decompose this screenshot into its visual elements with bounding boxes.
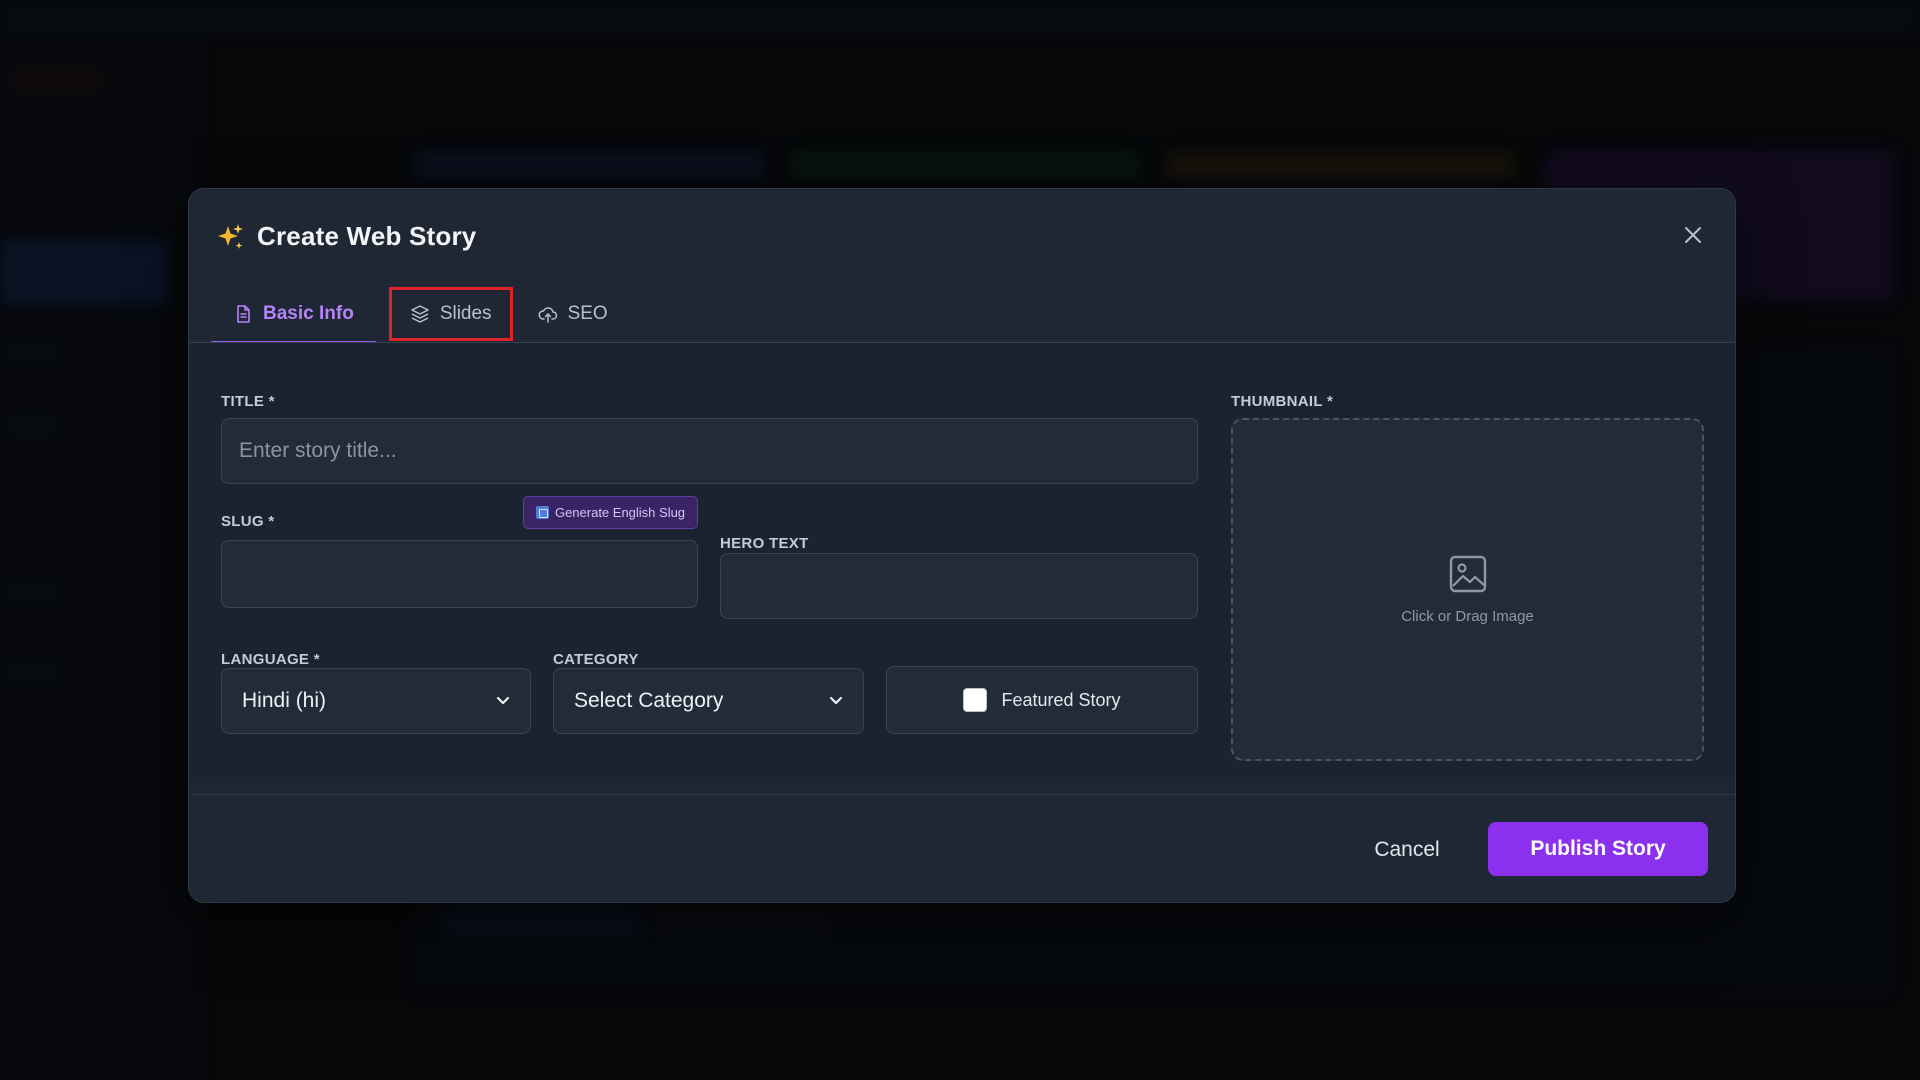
featured-story-toggle[interactable]: Featured Story bbox=[886, 666, 1198, 734]
title-input[interactable] bbox=[221, 418, 1198, 484]
slug-label: SLUG * bbox=[221, 513, 275, 530]
category-label: CATEGORY bbox=[553, 651, 639, 668]
language-selected-value: Hindi (hi) bbox=[242, 689, 327, 712]
modal-body: TITLE * SLUG * Generate English Slug HER… bbox=[189, 343, 1735, 783]
cancel-button[interactable]: Cancel bbox=[1357, 825, 1457, 875]
slug-input[interactable] bbox=[221, 540, 698, 608]
modal-header: Create Web Story Basic Info Slides SEO bbox=[189, 189, 1735, 344]
generate-slug-label: Generate English Slug bbox=[554, 505, 686, 520]
modal-title: Create Web Story bbox=[257, 221, 477, 251]
featured-story-label: Featured Story bbox=[1001, 689, 1121, 710]
tab-label: Slides bbox=[439, 303, 492, 324]
language-label: LANGUAGE * bbox=[221, 651, 320, 668]
layers-icon bbox=[411, 305, 429, 323]
dropzone-text: Click or Drag Image bbox=[1401, 608, 1534, 625]
language-select[interactable]: Hindi (hi) bbox=[221, 668, 531, 734]
create-web-story-modal: Create Web Story Basic Info Slides SEO T… bbox=[188, 188, 1736, 903]
thumbnail-dropzone[interactable]: Click or Drag Image bbox=[1231, 418, 1704, 761]
close-button[interactable] bbox=[1677, 219, 1709, 251]
chevron-down-icon bbox=[829, 696, 843, 705]
hero-text-label: HERO TEXT bbox=[720, 535, 809, 552]
featured-story-checkbox[interactable] bbox=[963, 688, 988, 712]
tab-label: Basic Info bbox=[263, 303, 354, 324]
sparkles-icon bbox=[218, 223, 243, 249]
category-select[interactable]: Select Category bbox=[553, 668, 864, 734]
document-icon bbox=[237, 305, 250, 323]
publish-story-button[interactable]: Publish Story bbox=[1488, 822, 1708, 876]
tab-basic-info[interactable]: Basic Info bbox=[211, 284, 376, 344]
chevron-down-icon bbox=[496, 696, 510, 705]
tab-seo[interactable]: SEO bbox=[516, 284, 630, 344]
tab-slides[interactable]: Slides bbox=[386, 284, 516, 344]
tab-label: SEO bbox=[567, 303, 608, 324]
category-selected-value: Select Category bbox=[574, 689, 724, 712]
title-label: TITLE * bbox=[221, 393, 275, 410]
image-icon bbox=[1449, 555, 1486, 593]
generate-english-slug-button[interactable]: Generate English Slug bbox=[523, 496, 698, 529]
modal-tabs: Basic Info Slides SEO bbox=[211, 284, 630, 344]
close-icon bbox=[1685, 227, 1701, 243]
modal-footer: Cancel Publish Story bbox=[189, 794, 1735, 902]
modal-title-row: Create Web Story bbox=[215, 221, 476, 252]
translate-icon bbox=[535, 506, 549, 519]
cloud-upload-icon bbox=[538, 307, 557, 323]
thumbnail-label: THUMBNAIL * bbox=[1231, 393, 1334, 410]
hero-text-input[interactable] bbox=[720, 553, 1198, 619]
